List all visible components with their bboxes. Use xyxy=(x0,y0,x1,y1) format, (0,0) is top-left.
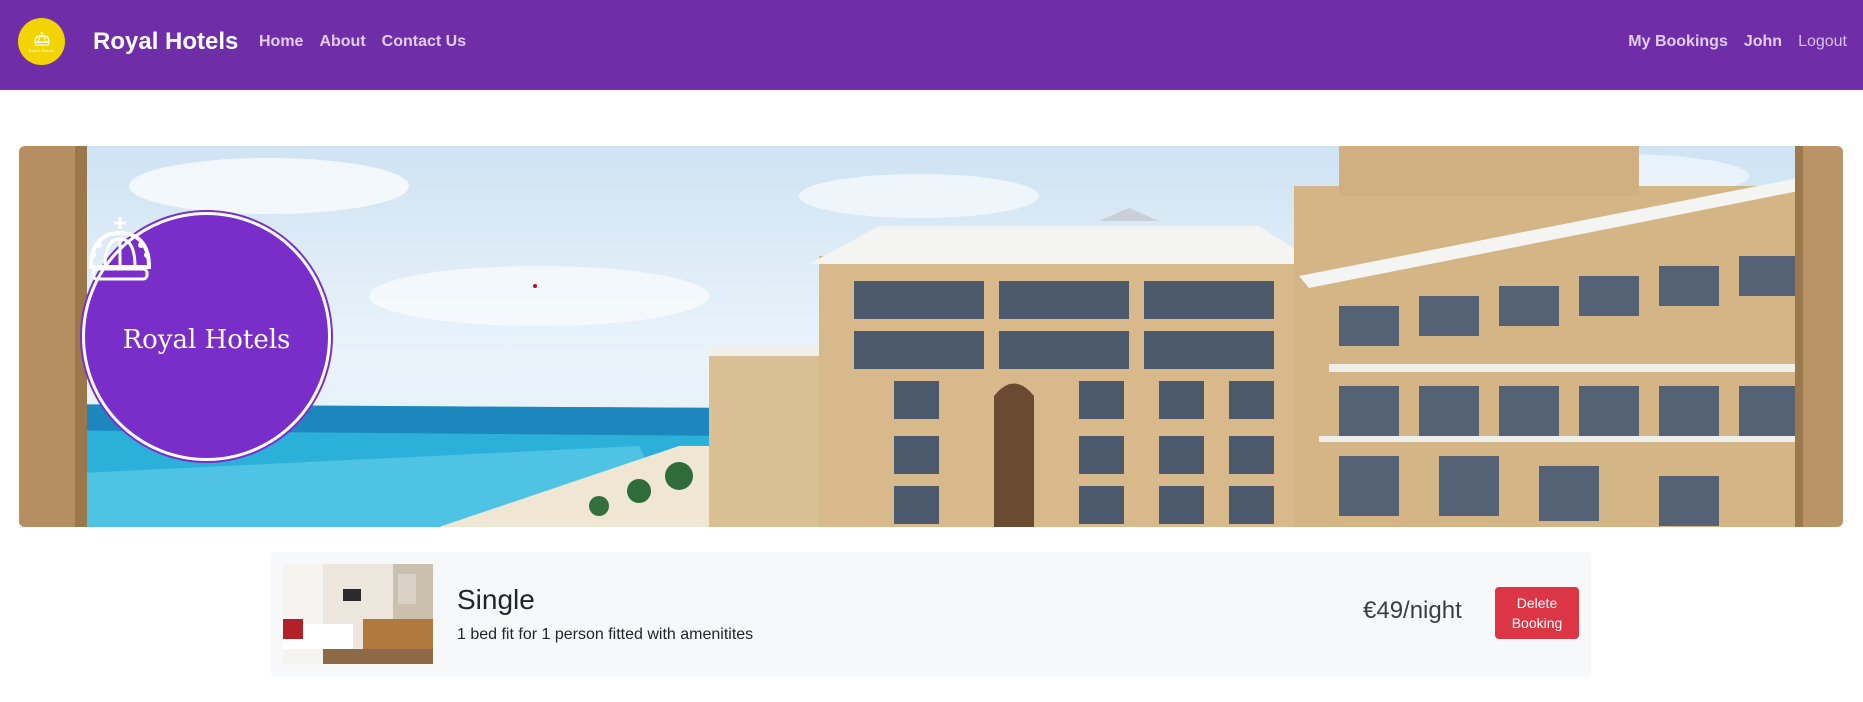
room-thumbnail xyxy=(283,564,433,664)
brand-title[interactable]: Royal Hotels xyxy=(93,28,238,56)
room-name: Single xyxy=(457,584,535,615)
logout-link[interactable]: Logout xyxy=(1798,33,1847,51)
room-description: 1 bed fit for 1 person fitted with ameni… xyxy=(457,626,754,643)
navbar: Royal Hotels Royal Hotels Home About Con… xyxy=(0,0,1863,90)
crown-icon xyxy=(88,217,152,281)
nav-links: Home About Contact Us xyxy=(259,33,482,51)
nav-contact-link[interactable]: Contact Us xyxy=(382,33,466,51)
hero-banner: Royal Hotels xyxy=(19,146,1843,527)
hero-badge-title: Royal Hotels xyxy=(122,324,291,355)
nav-about-link[interactable]: About xyxy=(319,33,365,51)
user-name-link[interactable]: John xyxy=(1744,33,1782,51)
delete-booking-button[interactable]: Delete Booking xyxy=(1495,587,1579,639)
hero-logo-badge: Royal Hotels xyxy=(82,212,331,461)
brand-logo[interactable]: Royal Hotels xyxy=(18,18,65,65)
crown-icon xyxy=(33,31,50,45)
brand-logo-text: Royal Hotels xyxy=(28,47,55,53)
booking-card: Single 1 bed fit for 1 person fitted wit… xyxy=(271,552,1591,677)
hotel-room-image xyxy=(283,564,433,664)
my-bookings-link[interactable]: My Bookings xyxy=(1628,33,1728,51)
nav-user-links: My Bookings John Logout xyxy=(1612,33,1847,51)
room-price: €49/night xyxy=(1363,597,1462,624)
nav-home-link[interactable]: Home xyxy=(259,33,303,51)
